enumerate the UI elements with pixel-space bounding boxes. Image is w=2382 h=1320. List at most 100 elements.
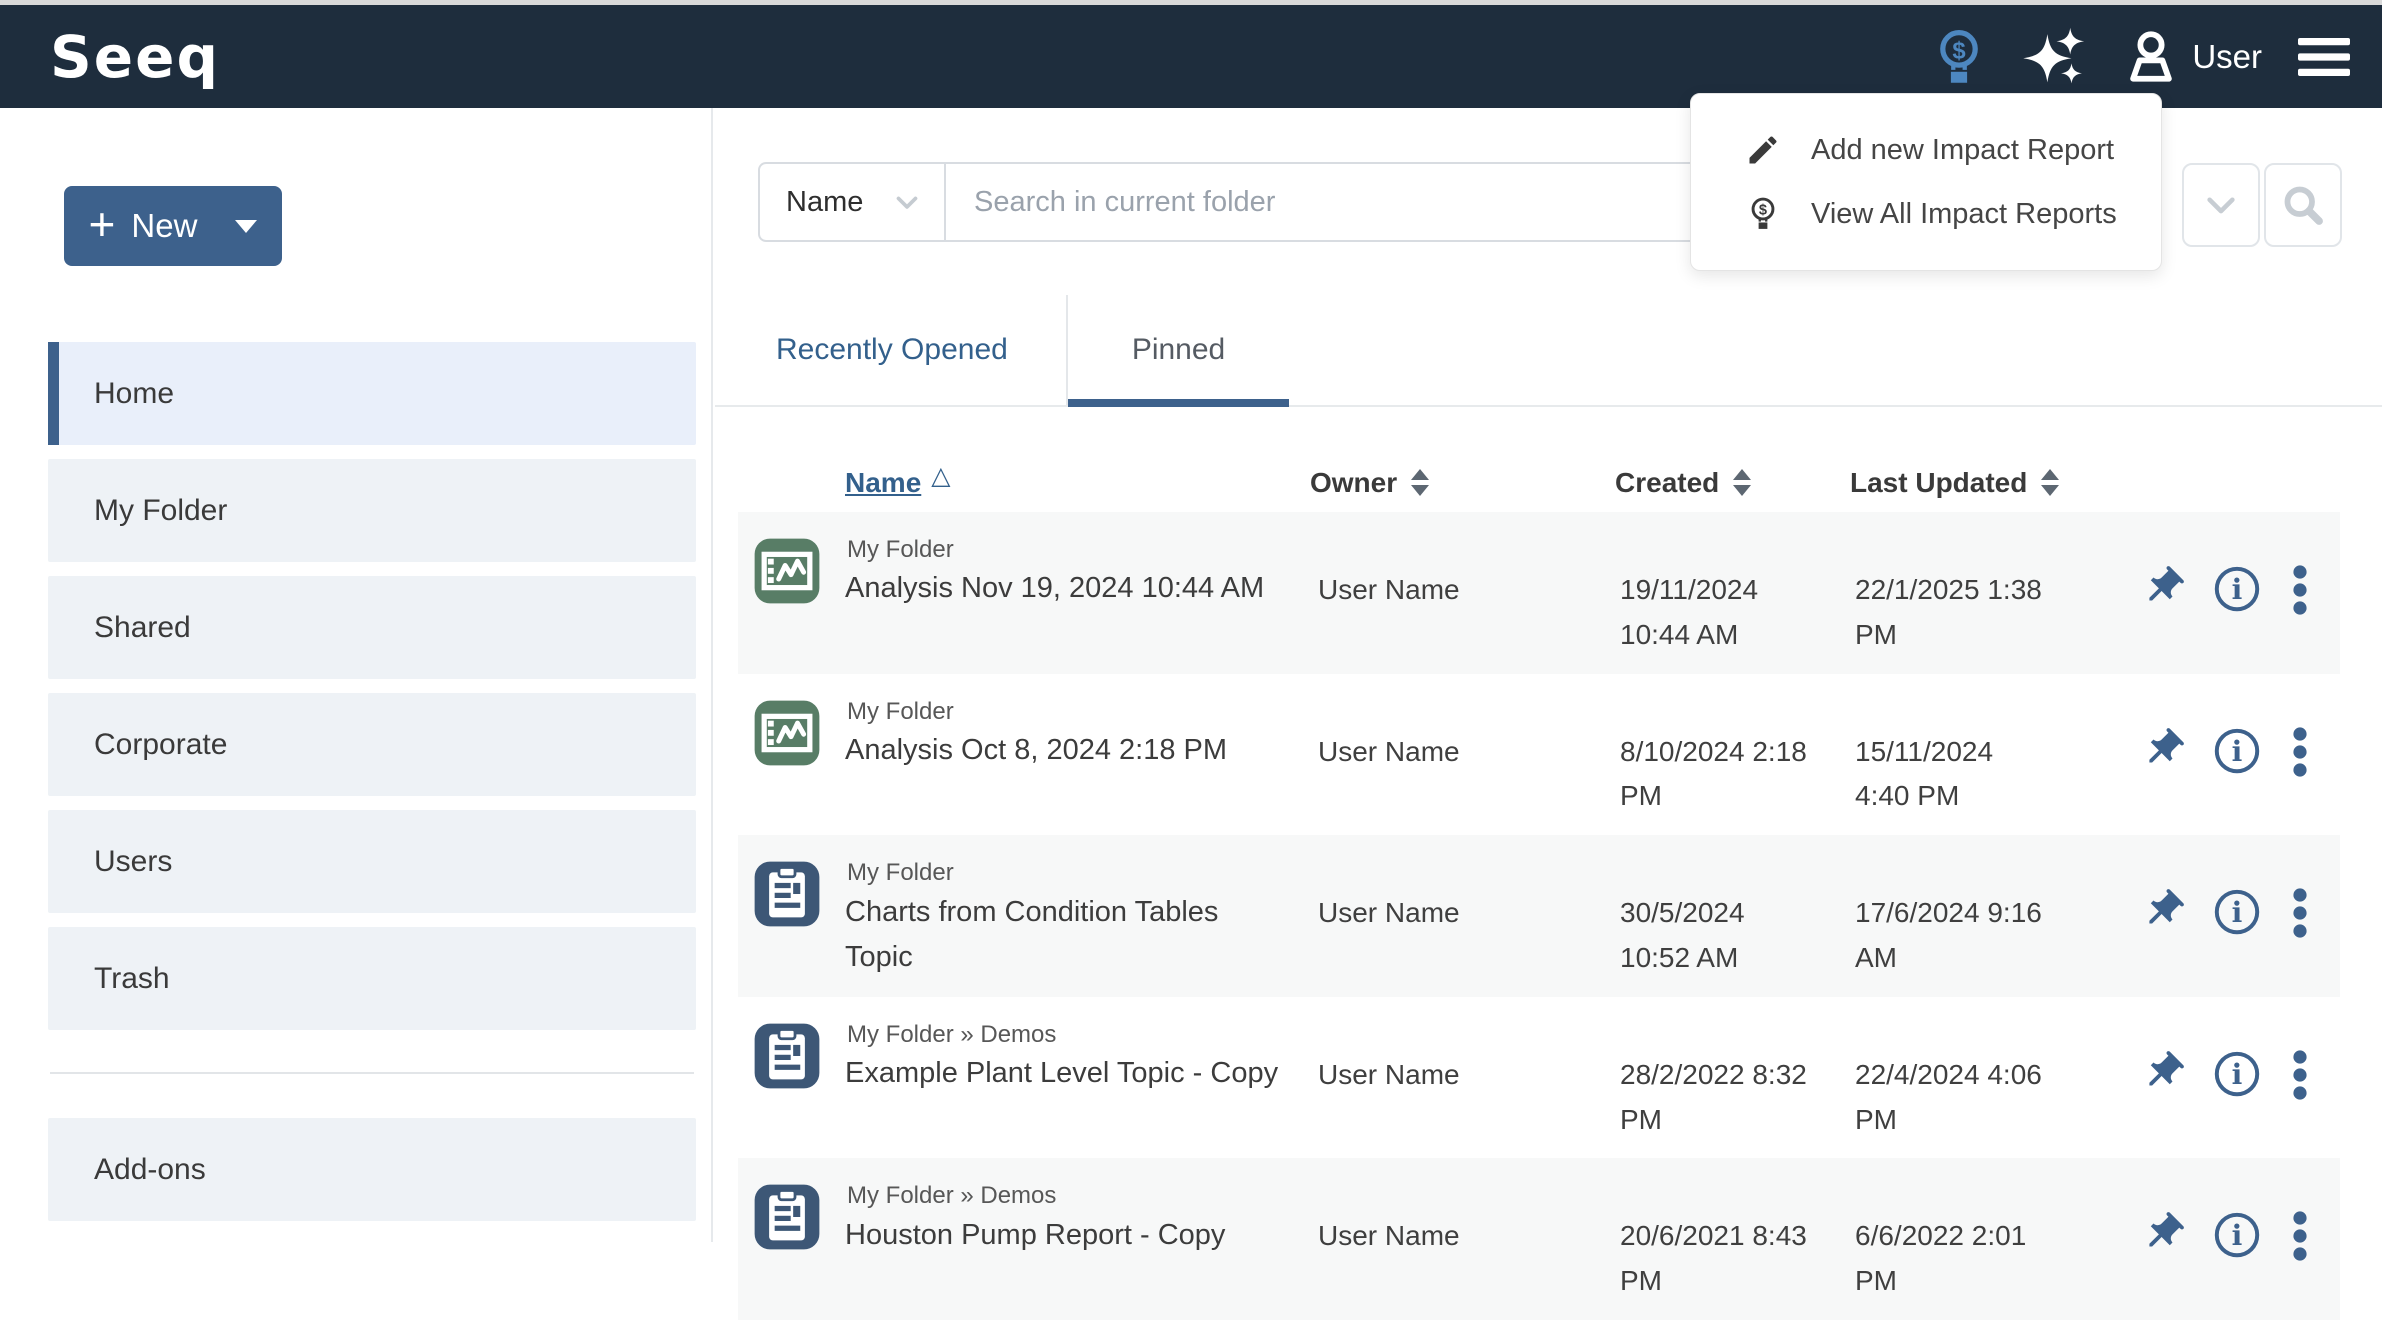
kebab-menu-icon xyxy=(2288,1210,2312,1262)
info-button[interactable]: i xyxy=(2212,1210,2262,1260)
search-icon xyxy=(2280,182,2326,228)
info-icon: i xyxy=(2212,726,2262,776)
sidebar-item-users[interactable]: Users xyxy=(48,810,696,913)
pin-button[interactable] xyxy=(2140,887,2186,933)
topic-icon xyxy=(750,857,824,936)
analysis-icon xyxy=(750,696,824,775)
column-header-owner[interactable]: Owner xyxy=(1310,466,1615,500)
item-created: 20/6/2021 8:43 PM xyxy=(1615,1172,1850,1304)
search-buttons xyxy=(2182,163,2342,247)
item-owner: User Name xyxy=(1310,1172,1615,1304)
sort-icon[interactable] xyxy=(2041,469,2059,500)
info-button[interactable]: i xyxy=(2212,887,2262,937)
more-options-button[interactable] xyxy=(2288,1210,2312,1262)
tab-bar: Recently Opened Pinned xyxy=(715,295,2382,407)
table-row[interactable]: My Folder Analysis Oct 8, 2024 2:18 PM U… xyxy=(738,674,2340,836)
item-created: 19/11/2024 10:44 AM xyxy=(1615,526,1850,658)
more-options-button[interactable] xyxy=(2288,564,2312,616)
table-row[interactable]: My Folder » Demos Houston Pump Report - … xyxy=(738,1158,2340,1320)
user-label: User xyxy=(2192,38,2262,76)
more-options-button[interactable] xyxy=(2288,1049,2312,1101)
more-options-button[interactable] xyxy=(2288,887,2312,939)
sidebar-item-shared[interactable]: Shared xyxy=(48,576,696,679)
pin-icon xyxy=(2140,887,2186,933)
kebab-menu-icon xyxy=(2288,726,2312,778)
item-folder-path: My Folder xyxy=(845,857,1310,889)
info-button[interactable]: i xyxy=(2212,1049,2262,1099)
pin-icon xyxy=(2140,564,2186,610)
item-name[interactable]: Analysis Nov 19, 2024 10:44 AM xyxy=(845,566,1285,611)
analysis-icon xyxy=(750,534,824,613)
topic-icon xyxy=(750,1180,824,1259)
item-name[interactable]: Charts from Condition Tables Topic xyxy=(845,890,1285,980)
table-row[interactable]: My Folder Analysis Nov 19, 2024 10:44 AM… xyxy=(738,512,2340,674)
sort-ascending-icon: △ xyxy=(931,461,950,490)
item-name[interactable]: Example Plant Level Topic - Copy xyxy=(845,1051,1285,1096)
pin-button[interactable] xyxy=(2140,1049,2186,1095)
hamburger-menu-icon[interactable] xyxy=(2296,34,2352,80)
sort-icon[interactable] xyxy=(1411,469,1429,500)
tab-pinned[interactable]: Pinned xyxy=(1068,295,1289,405)
topic-icon xyxy=(750,1019,824,1098)
item-updated: 15/11/2024 4:40 PM xyxy=(1850,688,2100,820)
info-icon: i xyxy=(2212,1049,2262,1099)
sidebar-item-home[interactable]: Home xyxy=(48,342,696,445)
table-row[interactable]: My Folder Charts from Condition Tables T… xyxy=(738,835,2340,997)
svg-text:i: i xyxy=(2232,573,2243,606)
svg-text:$: $ xyxy=(1953,37,1966,64)
pin-button[interactable] xyxy=(2140,726,2186,772)
item-name[interactable]: Houston Pump Report - Copy xyxy=(845,1213,1285,1258)
info-button[interactable]: i xyxy=(2212,726,2262,776)
sidebar-item-trash[interactable]: Trash xyxy=(48,927,696,1030)
impact-report-lightbulb-icon[interactable]: $ xyxy=(1930,26,1988,88)
more-options-button[interactable] xyxy=(2288,726,2312,778)
pin-button[interactable] xyxy=(2140,1210,2186,1256)
search-filter-value: Name xyxy=(786,186,863,219)
sidebar-item-my-folder[interactable]: My Folder xyxy=(48,459,696,562)
search-filter-select[interactable]: Name xyxy=(760,164,946,240)
item-name[interactable]: Analysis Oct 8, 2024 2:18 PM xyxy=(845,728,1285,773)
sort-icon[interactable] xyxy=(1733,469,1751,500)
column-header-last-updated[interactable]: Last Updated xyxy=(1850,466,2060,500)
info-icon: i xyxy=(2212,887,2262,937)
new-button-label: New xyxy=(131,207,197,245)
item-updated: 17/6/2024 9:16 AM xyxy=(1850,849,2100,981)
impact-lightbulb-icon: $ xyxy=(1745,195,1781,233)
pin-button[interactable] xyxy=(2140,564,2186,610)
column-header-created[interactable]: Created xyxy=(1615,466,1850,500)
new-button[interactable]: + New xyxy=(64,186,282,266)
item-created: 30/5/2024 10:52 AM xyxy=(1615,849,1850,981)
info-button[interactable]: i xyxy=(2212,564,2262,614)
search-options-button[interactable] xyxy=(2182,163,2260,247)
item-owner: User Name xyxy=(1310,1011,1615,1143)
pin-icon xyxy=(2140,1210,2186,1256)
menu-item-view-impact-reports[interactable]: $ View All Impact Reports xyxy=(1691,182,2161,246)
chevron-down-icon xyxy=(2200,184,2242,226)
impact-reports-menu: Add new Impact Report $ View All Impact … xyxy=(1690,93,2162,271)
search-button[interactable] xyxy=(2264,163,2342,247)
menu-item-add-impact-report[interactable]: Add new Impact Report xyxy=(1691,118,2161,182)
item-updated: 22/1/2025 1:38 PM xyxy=(1850,526,2100,658)
kebab-menu-icon xyxy=(2288,1049,2312,1101)
pin-icon xyxy=(2140,1049,2186,1095)
sidebar: + New Home My Folder Shared Corporate Us… xyxy=(0,108,713,1242)
item-folder-path: My Folder xyxy=(845,534,1310,566)
column-header-name[interactable]: Name△ xyxy=(845,466,1310,500)
item-owner: User Name xyxy=(1310,849,1615,981)
main-content: Name Recently Opened Pinned Name xyxy=(715,108,2382,1242)
pinned-table: Name△ Owner Created Last Updated xyxy=(738,420,2340,1320)
svg-text:i: i xyxy=(2232,735,2243,768)
item-folder-path: My Folder » Demos xyxy=(845,1019,1310,1051)
chevron-down-icon xyxy=(235,220,257,233)
item-updated: 22/4/2024 4:06 PM xyxy=(1850,1011,2100,1143)
item-updated: 6/6/2022 2:01 PM xyxy=(1850,1172,2100,1304)
table-row[interactable]: My Folder » Demos Example Plant Level To… xyxy=(738,997,2340,1159)
seeq-logo: Seeq xyxy=(50,23,220,91)
chevron-down-icon xyxy=(890,185,924,219)
sidebar-item-add-ons[interactable]: Add-ons xyxy=(48,1118,696,1221)
tab-recently-opened[interactable]: Recently Opened xyxy=(758,295,1066,405)
user-menu[interactable]: User xyxy=(2122,28,2262,86)
sidebar-item-corporate[interactable]: Corporate xyxy=(48,693,696,796)
svg-text:$: $ xyxy=(1759,203,1767,219)
ai-sparkles-icon[interactable] xyxy=(2022,26,2088,88)
